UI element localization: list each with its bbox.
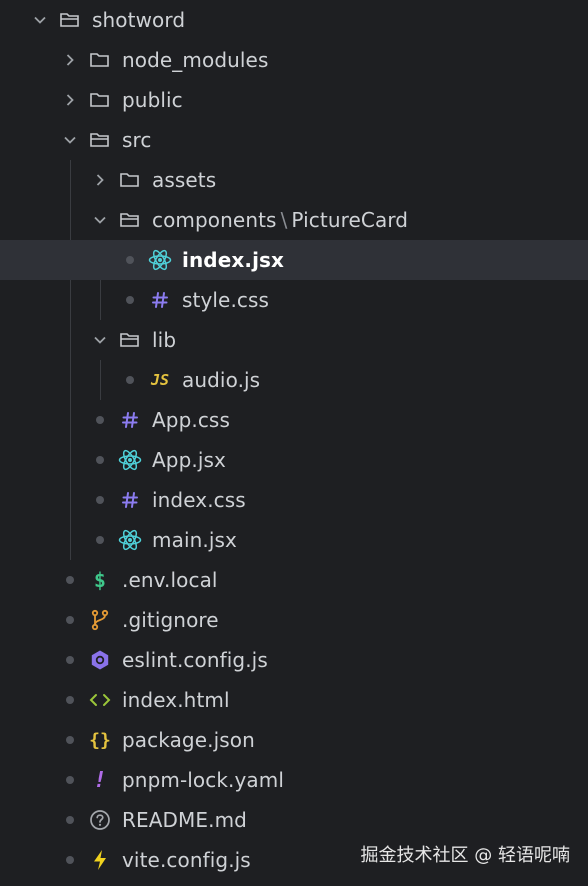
tree-item-label: README.md [122,808,247,832]
tree-item-label: eslint.config.js [122,648,268,672]
tree-item-label: App.jsx [152,448,226,472]
folder-open-icon [88,120,112,160]
tree-item-lib[interactable]: lib [0,320,588,360]
tree-item-style-css[interactable]: style.css [0,280,588,320]
tree-item-label: components \ PictureCard [152,200,408,240]
tree-item-main-jsx[interactable]: main.jsx [0,520,588,560]
tree-item-label: .env.local [122,568,218,592]
file-dot [62,680,78,720]
chevron-down-icon[interactable] [92,320,108,360]
tree-item-index-css[interactable]: index.css [0,480,588,520]
file-dot [122,240,138,280]
tree-item-package-json[interactable]: {} package.json [0,720,588,760]
subfolder-name: PictureCard [291,208,409,232]
tree-item-label: package.json [122,728,255,752]
tree-item-eslint-config[interactable]: eslint.config.js [0,640,588,680]
git-branch-icon [88,600,112,640]
file-explorer-tree: shotword node_modules public src assets … [0,0,588,886]
hash-icon [118,400,142,440]
tree-item-index-jsx[interactable]: index.jsx [0,240,588,280]
tree-item-readme[interactable]: README.md [0,800,588,840]
lightning-icon [88,840,112,880]
json-braces-icon: {} [89,729,111,751]
file-dot [62,800,78,840]
react-icon [118,440,142,480]
file-dot [122,280,138,320]
tree-item-label: assets [152,168,217,192]
file-dot [92,520,108,560]
path-separator: \ [280,208,288,232]
file-dot [92,480,108,520]
tree-item-label: public [122,88,183,112]
tree-item-label: audio.js [182,368,261,392]
chevron-down-icon[interactable] [62,120,78,160]
tree-item-label: main.jsx [152,528,237,552]
tree-item-label: index.html [122,688,230,712]
file-dot [62,720,78,760]
tree-item-audio-js[interactable]: JS audio.js [0,360,588,400]
file-dot [62,840,78,880]
tree-item-label: node_modules [122,48,269,72]
tree-item-label: vite.config.js [122,848,251,872]
folder-open-icon [118,200,142,240]
tree-item-pnpm-lock[interactable]: ! pnpm-lock.yaml [0,760,588,800]
tree-item-label: .gitignore [122,608,219,632]
react-icon [118,520,142,560]
tree-item-label: App.css [152,408,230,432]
tree-item-components-picturecard[interactable]: components \ PictureCard [0,200,588,240]
chevron-right-icon[interactable] [62,80,78,120]
chevron-right-icon[interactable] [92,160,108,200]
tree-item-label: index.jsx [182,248,285,272]
file-dot [62,600,78,640]
tree-item-app-css[interactable]: App.css [0,400,588,440]
file-dot [62,640,78,680]
file-dot [92,400,108,440]
tree-item-shotword[interactable]: shotword [0,0,588,40]
file-dot [92,440,108,480]
folder-open-icon [118,320,142,360]
hash-icon [148,280,172,320]
folder-icon [118,160,142,200]
exclamation-icon: ! [93,767,107,793]
dollar-icon: $ [93,568,107,592]
file-dot [122,360,138,400]
tree-item-label: index.css [152,488,246,512]
tree-item-index-html[interactable]: index.html [0,680,588,720]
tree-item-gitignore[interactable]: .gitignore [0,600,588,640]
hash-icon [118,480,142,520]
chevron-right-icon[interactable] [62,40,78,80]
file-dot [62,560,78,600]
chevron-down-icon[interactable] [32,0,48,40]
question-circle-icon [88,800,112,840]
folder-name: components [152,208,277,232]
tree-item-assets[interactable]: assets [0,160,588,200]
chevron-down-icon[interactable] [92,200,108,240]
tree-item-node-modules[interactable]: node_modules [0,40,588,80]
file-dot [62,760,78,800]
watermark-text: 掘金技术社区 @ 轻语呢喃 [360,845,570,866]
html-brackets-icon [88,680,112,720]
js-icon: JS [150,371,170,389]
tree-item-app-jsx[interactable]: App.jsx [0,440,588,480]
tree-item-public[interactable]: public [0,80,588,120]
folder-icon [88,80,112,120]
tree-item-src[interactable]: src [0,120,588,160]
tree-item-env-local[interactable]: $ .env.local [0,560,588,600]
tree-item-label: src [122,128,152,152]
tree-item-label: style.css [182,288,270,312]
folder-open-icon [58,0,82,40]
tree-item-label: lib [152,328,177,352]
react-icon [148,240,172,280]
tree-item-label: pnpm-lock.yaml [122,768,285,792]
tree-item-label: shotword [92,8,186,32]
eslint-icon [88,640,112,680]
folder-icon [88,40,112,80]
